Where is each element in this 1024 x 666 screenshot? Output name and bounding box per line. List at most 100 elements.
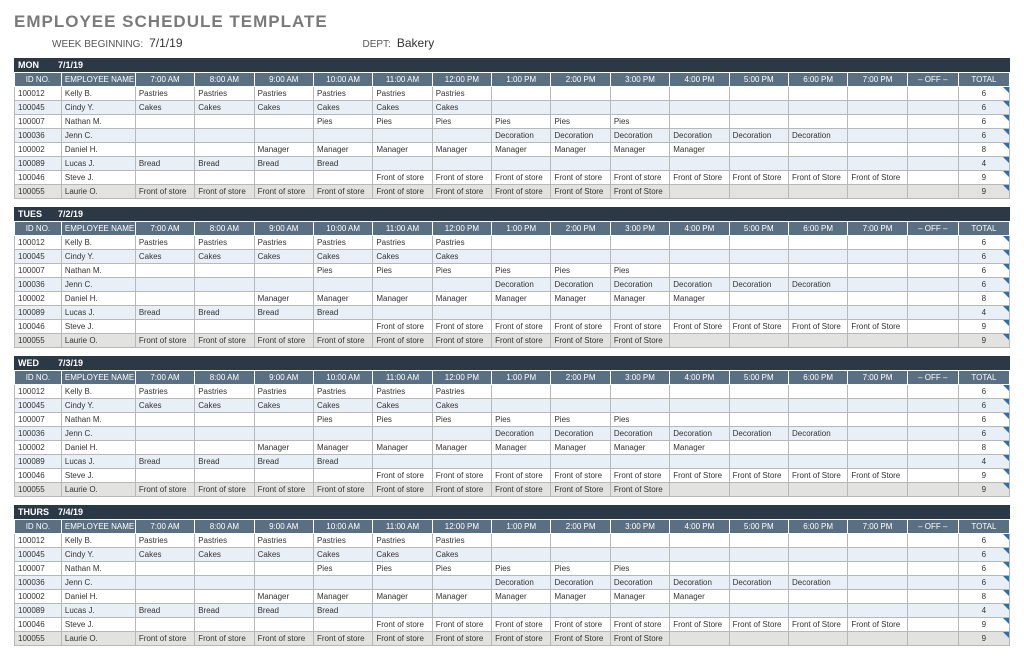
cell-hour: Front of Store: [788, 469, 847, 483]
cell-hour: [492, 399, 551, 413]
cell-id: 100089: [15, 306, 62, 320]
cell-hour: [373, 306, 432, 320]
cell-hour: [254, 129, 313, 143]
cell-hour: [135, 292, 194, 306]
cell-hour: Manager: [313, 292, 372, 306]
cell-hour: Front of store: [432, 632, 491, 646]
cell-hour: Decoration: [551, 129, 610, 143]
cell-hour: Front of store: [551, 618, 610, 632]
cell-hour: [670, 483, 729, 497]
cell-hour: Bread: [254, 306, 313, 320]
week-label: WEEK BEGINNING:: [52, 39, 143, 50]
col-header-hour: 12:00 PM: [432, 73, 491, 87]
cell-hour: Bread: [135, 455, 194, 469]
cell-hour: [848, 334, 907, 348]
cell-hour: Decoration: [610, 427, 669, 441]
cell-hour: Pies: [313, 562, 372, 576]
cell-hour: Pastries: [313, 385, 372, 399]
cell-hour: Bread: [313, 455, 372, 469]
table-row: 100045Cindy Y.CakesCakesCakesCakesCakesC…: [15, 399, 1010, 413]
cell-total: 9: [958, 632, 1009, 646]
cell-id: 100046: [15, 171, 62, 185]
cell-hour: [788, 101, 847, 115]
cell-name: Nathan M.: [61, 413, 135, 427]
cell-hour: Front of store: [432, 618, 491, 632]
cell-hour: Pies: [492, 264, 551, 278]
col-header-hour: 3:00 PM: [610, 73, 669, 87]
col-header-hour: 6:00 PM: [788, 520, 847, 534]
cell-hour: Pies: [432, 562, 491, 576]
cell-name: Laurie O.: [61, 334, 135, 348]
cell-off: [907, 320, 958, 334]
cell-hour: Front of Store: [610, 632, 669, 646]
cell-id: 100002: [15, 143, 62, 157]
cell-hour: Front of Store: [610, 334, 669, 348]
cell-hour: Decoration: [729, 278, 788, 292]
cell-id: 100012: [15, 236, 62, 250]
cell-total: 8: [958, 143, 1009, 157]
cell-hour: [195, 292, 254, 306]
cell-hour: Pastries: [313, 236, 372, 250]
cell-total: 6: [958, 101, 1009, 115]
cell-hour: Front of store: [492, 632, 551, 646]
cell-hour: [670, 534, 729, 548]
cell-hour: Pastries: [432, 385, 491, 399]
cell-hour: [551, 157, 610, 171]
cell-hour: [848, 292, 907, 306]
cell-hour: Cakes: [373, 250, 432, 264]
cell-hour: Decoration: [788, 278, 847, 292]
cell-name: Daniel H.: [61, 143, 135, 157]
cell-off: [907, 334, 958, 348]
cell-hour: [551, 306, 610, 320]
cell-hour: Front of store: [195, 185, 254, 199]
cell-total: 4: [958, 604, 1009, 618]
cell-hour: [788, 483, 847, 497]
col-header-hour: 1:00 PM: [492, 371, 551, 385]
col-header-hour: 4:00 PM: [670, 73, 729, 87]
cell-hour: Manager: [313, 590, 372, 604]
cell-hour: Front of Store: [788, 618, 847, 632]
cell-hour: Bread: [254, 455, 313, 469]
cell-hour: [670, 115, 729, 129]
col-header-hour: 8:00 AM: [195, 371, 254, 385]
cell-hour: Front of store: [313, 632, 372, 646]
cell-hour: Decoration: [551, 278, 610, 292]
cell-name: Kelly B.: [61, 534, 135, 548]
col-header-name: EMPLOYEE NAME: [61, 73, 135, 87]
table-row: 100002Daniel H.ManagerManagerManagerMana…: [15, 143, 1010, 157]
cell-hour: [254, 171, 313, 185]
cell-hour: Bread: [135, 157, 194, 171]
cell-hour: [313, 320, 372, 334]
cell-hour: [848, 115, 907, 129]
cell-hour: Manager: [254, 441, 313, 455]
col-header-hour: 12:00 PM: [432, 222, 491, 236]
cell-hour: [848, 143, 907, 157]
cell-hour: [254, 469, 313, 483]
cell-id: 100012: [15, 87, 62, 101]
cell-hour: [195, 171, 254, 185]
cell-hour: [313, 171, 372, 185]
cell-total: 4: [958, 455, 1009, 469]
cell-hour: Pastries: [135, 534, 194, 548]
day-block: MON7/1/19ID NO.EMPLOYEE NAME7:00 AM8:00 …: [14, 58, 1010, 199]
table-row: 100002Daniel H.ManagerManagerManagerMana…: [15, 590, 1010, 604]
col-header-hour: 5:00 PM: [729, 73, 788, 87]
cell-hour: [432, 129, 491, 143]
cell-hour: [729, 604, 788, 618]
col-header-hour: 3:00 PM: [610, 222, 669, 236]
cell-hour: Pies: [313, 115, 372, 129]
cell-hour: [254, 264, 313, 278]
col-header-hour: 7:00 PM: [848, 222, 907, 236]
cell-hour: Pies: [610, 115, 669, 129]
schedule-table: ID NO.EMPLOYEE NAME7:00 AM8:00 AM9:00 AM…: [14, 370, 1010, 497]
cell-hour: [195, 618, 254, 632]
table-row: 100089Lucas J.BreadBreadBreadBread4: [15, 455, 1010, 469]
cell-hour: Front of store: [195, 632, 254, 646]
cell-off: [907, 264, 958, 278]
cell-total: 9: [958, 171, 1009, 185]
cell-hour: Front of store: [432, 185, 491, 199]
cell-hour: [729, 562, 788, 576]
cell-hour: Front of store: [195, 334, 254, 348]
cell-hour: Front of store: [135, 185, 194, 199]
cell-hour: [610, 455, 669, 469]
